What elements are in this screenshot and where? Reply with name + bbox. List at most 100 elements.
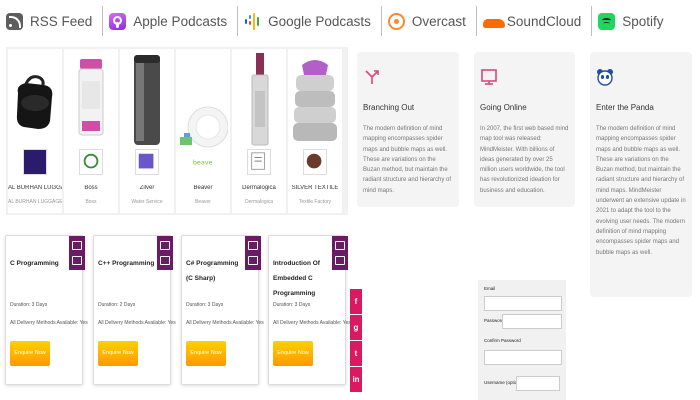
twitter-icon[interactable]: t — [350, 341, 362, 366]
brand-name: AL BURHAN LUGGAGE — [8, 185, 62, 191]
brand-card[interactable]: SILVER TEXTILE Textile Factory — [288, 49, 342, 213]
info-card-going-online: Going Online In 2007, the first web base… — [474, 52, 575, 207]
brand-category: Beaver — [195, 199, 211, 205]
course-title[interactable]: C++ Programming — [98, 256, 158, 271]
course-delivery: All Delivery Methods Available: Yes — [98, 320, 176, 326]
brand-logo — [79, 149, 103, 175]
podcast-link-label: Overcast — [411, 13, 466, 29]
course-card: Introduction Of Embedded C Programming D… — [268, 235, 351, 385]
product-image — [178, 51, 228, 151]
signup-form: Email Password Confirm Password Username… — [478, 280, 566, 400]
podcast-link-rss[interactable]: RSS Feed — [0, 0, 102, 42]
podcast-link-label: Spotify — [622, 13, 664, 29]
document-icon — [160, 256, 170, 265]
podcast-link-overcast[interactable]: Overcast — [382, 0, 476, 42]
linkedin-icon[interactable]: in — [350, 367, 362, 392]
home-icon — [248, 241, 258, 250]
rss-icon — [6, 12, 23, 30]
email-label: Email — [484, 286, 496, 291]
brand-category: AL BURHAN LUGGAGE — [8, 199, 62, 205]
brand-logo — [303, 149, 327, 175]
product-image — [10, 51, 60, 151]
google-plus-icon[interactable]: g — [350, 315, 362, 340]
home-icon — [72, 241, 82, 250]
branch-arrows-icon — [365, 70, 379, 84]
podcast-link-label: Google Podcasts — [268, 13, 371, 29]
course-duration: Duration: 3 Days — [186, 302, 224, 308]
course-delivery: All Delivery Methods Available: Yes — [10, 320, 88, 326]
bookmark-ribbon[interactable] — [332, 236, 348, 270]
info-card-body: In 2007, the first web based mind map to… — [480, 126, 569, 194]
bookmark-ribbon[interactable] — [245, 236, 261, 270]
podcast-link-soundcloud[interactable]: SoundCloud — [477, 0, 591, 42]
brand-card[interactable]: beaver Beaver Beaver — [176, 49, 230, 213]
enquire-now-button[interactable]: Enquire Now — [98, 341, 138, 366]
course-title[interactable]: C# Programming (C Sharp) — [186, 256, 246, 286]
brand-name: Boss — [84, 185, 98, 191]
brands-carousel: AL BURHAN LUGGAGE AL BURHAN LUGGAGE Boss… — [6, 47, 348, 215]
document-icon — [248, 256, 258, 265]
spotify-icon — [598, 12, 616, 30]
info-card-body: The modern definition of mind mapping en… — [596, 126, 686, 256]
social-share-bar: f g t in — [350, 289, 362, 393]
apple-podcasts-icon — [109, 12, 127, 30]
brand-name: Dermalogica — [242, 185, 276, 191]
svg-text:beaver: beaver — [193, 159, 213, 167]
google-podcasts-icon — [244, 12, 261, 30]
password-field[interactable] — [502, 314, 562, 329]
course-duration: Duration: 3 Days — [273, 302, 311, 308]
course-title[interactable]: Introduction Of Embedded C Programming — [273, 256, 333, 301]
bookmark-ribbon[interactable] — [69, 236, 85, 270]
bookmark-ribbon[interactable] — [157, 236, 173, 270]
course-card: C++ Programming Duration: 2 Days All Del… — [93, 235, 176, 385]
course-duration: Duration: 3 Days — [10, 302, 48, 308]
podcast-links-bar: RSS Feed Apple Podcasts Google Podcasts … — [0, 0, 700, 42]
brand-name: Beaver — [193, 185, 213, 191]
brand-logo: beaver — [191, 149, 215, 175]
brand-card[interactable]: AL BURHAN LUGGAGE AL BURHAN LUGGAGE — [8, 49, 62, 213]
brand-category: Textile Factory — [298, 199, 332, 205]
course-card: C# Programming (C Sharp) Duration: 3 Day… — [181, 235, 264, 385]
info-card-body: The modern definition of mind mapping en… — [363, 126, 452, 194]
panda-icon — [597, 69, 613, 86]
facebook-icon[interactable]: f — [350, 289, 362, 314]
course-delivery: All Delivery Methods Available: Yes — [186, 320, 264, 326]
email-field[interactable] — [484, 296, 562, 311]
product-image — [290, 51, 340, 151]
info-card-title: Going Online — [480, 103, 527, 112]
brand-logo — [247, 149, 271, 175]
brand-name: Zilver — [139, 185, 155, 191]
podcast-link-apple[interactable]: Apple Podcasts — [103, 0, 237, 42]
course-title[interactable]: C Programming — [10, 256, 70, 271]
product-image — [234, 51, 284, 151]
confirm-password-field[interactable] — [484, 350, 562, 365]
document-icon — [72, 256, 82, 265]
podcast-link-google[interactable]: Google Podcasts — [238, 0, 381, 42]
enquire-now-button[interactable]: Enquire Now — [186, 341, 226, 366]
brand-logo — [135, 149, 159, 175]
info-card-title: Enter the Panda — [596, 103, 654, 112]
podcast-link-label: RSS Feed — [30, 13, 93, 29]
enquire-now-button[interactable]: Enquire Now — [273, 341, 313, 366]
course-duration: Duration: 2 Days — [98, 302, 136, 308]
password-label: Password — [484, 318, 504, 323]
brand-category: Water Service — [131, 199, 163, 205]
course-delivery: All Delivery Methods Available: Yes — [273, 320, 351, 326]
brand-name: SILVER TEXTILE — [291, 185, 339, 191]
brand-card[interactable]: Dermalogica Dermalogica — [232, 49, 286, 213]
soundcloud-icon — [482, 13, 505, 30]
podcast-link-label: SoundCloud — [506, 13, 582, 29]
confirm-password-label: Confirm Password — [484, 338, 521, 343]
product-image — [122, 51, 172, 151]
info-card-enter-the-panda: Enter the Panda The modern definition of… — [590, 52, 692, 297]
enquire-now-button[interactable]: Enquire Now — [10, 341, 50, 366]
podcast-link-spotify[interactable]: Spotify — [592, 0, 673, 42]
brand-card[interactable]: Zilver Water Service — [120, 49, 174, 213]
podcast-link-label: Apple Podcasts — [133, 13, 228, 29]
info-card-title: Branching Out — [363, 103, 415, 112]
overcast-icon — [387, 12, 405, 30]
brand-card[interactable]: Boss Boss — [64, 49, 118, 213]
brand-category: Boss — [85, 199, 97, 205]
username-field[interactable] — [516, 376, 560, 391]
home-icon — [335, 241, 345, 250]
